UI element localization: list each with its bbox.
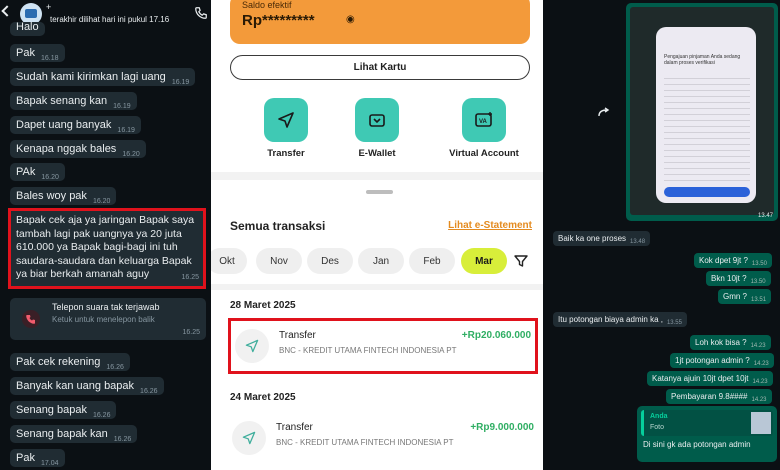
transaction-row[interactable]: Transfer BNC - KREDIT UTAMA FINTECH INDO… <box>228 413 538 469</box>
message-bubble[interactable]: Baik ka one proses 13.48 <box>553 231 651 246</box>
message-bubble[interactable]: Loh kok bisa ? 14.23 <box>690 335 771 350</box>
message-bubble[interactable]: Itu potongan biaya admin ka , 13.55 <box>553 312 687 327</box>
filter-icon[interactable] <box>514 254 528 268</box>
contact-name[interactable]: + <box>46 2 51 12</box>
transfer-icon <box>232 421 266 455</box>
balance-value: Rp********* <box>242 12 315 29</box>
view-card-button[interactable]: Lihat Kartu <box>230 55 530 80</box>
message-bubble[interactable]: Pembayaran 9.8#### 14.23 <box>666 389 772 404</box>
va-icon: VA <box>462 98 506 142</box>
dialog-button <box>664 187 750 197</box>
left-chat-panel: + terakhir dilihat hari ini pukul 17.16 … <box>0 0 211 470</box>
message-bubble[interactable]: Banyak kan uang bapak 16.26 <box>10 377 164 395</box>
svg-text:VA: VA <box>479 119 488 125</box>
balance-label: Saldo efektif <box>242 0 292 10</box>
estatement-link[interactable]: Lihat e-Statement <box>448 220 532 231</box>
back-arrow-icon[interactable] <box>1 5 13 17</box>
month-chip-feb[interactable]: Feb <box>409 248 455 274</box>
last-seen-status: terakhir dilihat hari ini pukul 17.16 <box>50 15 170 24</box>
photo-thumbnail <box>751 412 771 434</box>
quoted-photo[interactable]: Anda Foto <box>641 410 773 436</box>
missed-call-icon <box>22 310 40 328</box>
wallet-icon <box>355 98 399 142</box>
message-bubble[interactable]: Dapet uang banyak 16.19 <box>10 116 141 134</box>
screenshot-collage: + terakhir dilihat hari ini pukul 17.16 … <box>0 0 780 470</box>
transfer-icon <box>235 329 269 363</box>
message-bubble[interactable]: Pak cek rekening 16.26 <box>10 353 130 371</box>
message-bubble[interactable]: Bkn 10jt ? 13.50 <box>706 271 771 286</box>
month-filter: Okt Nov Des Jan Feb Mar <box>211 248 543 274</box>
message-bubble[interactable]: Pak 17.04 <box>10 449 65 467</box>
message-bubble[interactable]: Bales woy pak 16.20 <box>10 187 117 205</box>
message-bubble[interactable]: Senang bapak kan 16.26 <box>10 425 138 443</box>
message-bubble[interactable]: Bapak senang kan 16.19 <box>10 92 137 110</box>
highlighted-message[interactable]: Bapak cek aja ya jaringan Bapak saya tam… <box>8 208 206 289</box>
message-bubble[interactable]: Sudah kami kirimkan lagi uang 16.19 <box>10 68 196 86</box>
list-divider <box>211 284 543 290</box>
image-message[interactable]: Pengajuan pinjaman Anda sedang dalam pro… <box>626 3 778 221</box>
transfer-action[interactable]: Transfer <box>246 98 326 159</box>
reply-message[interactable]: Anda Foto Di sini gk ada potongan admin <box>637 406 777 462</box>
transaction-date: 24 Maret 2025 <box>230 392 296 403</box>
section-divider <box>211 172 543 180</box>
photo-label: Foto <box>650 424 665 431</box>
month-chip-mar[interactable]: Mar <box>461 248 507 274</box>
section-title: Semua transaksi <box>230 219 326 233</box>
message-bubble[interactable]: Kok dpet 9jt ? 13.50 <box>694 253 772 268</box>
month-chip-okt[interactable]: Okt <box>211 248 247 274</box>
drag-handle[interactable] <box>366 190 393 194</box>
message-bubble[interactable]: PAk 16.20 <box>10 163 65 181</box>
message-bubble[interactable]: Katanya ajuin 10jt dpet 10jt 14.23 <box>647 371 773 386</box>
month-chip-des[interactable]: Des <box>307 248 353 274</box>
virtual-account-action[interactable]: VA Virtual Account <box>444 98 524 159</box>
bank-app-panel: Saldo efektif Rp********* ◉ Lihat Kartu … <box>211 0 543 470</box>
message-bubble[interactable]: Senang bapak 16.26 <box>10 401 117 419</box>
dialog-body <box>664 73 750 183</box>
message-bubble[interactable]: 1jt potongan admin ? 14.23 <box>670 353 774 368</box>
eye-icon[interactable]: ◉ <box>346 14 355 25</box>
month-chip-jan[interactable]: Jan <box>358 248 404 274</box>
transaction-row[interactable]: Transfer BNC - KREDIT UTAMA FINTECH INDO… <box>228 318 538 374</box>
balance-card: Saldo efektif Rp********* ◉ <box>230 0 530 44</box>
forward-icon[interactable] <box>598 107 612 117</box>
screenshot-image[interactable]: Pengajuan pinjaman Anda sedang dalam pro… <box>630 7 774 215</box>
message-bubble[interactable]: Gmn ? 13.51 <box>718 289 772 304</box>
send-icon <box>264 98 308 142</box>
phone-call-icon[interactable] <box>194 6 208 20</box>
missed-call-card[interactable]: Telepon suara tak terjawab Ketuk untuk m… <box>10 298 206 340</box>
month-chip-nov[interactable]: Nov <box>256 248 302 274</box>
message-bubble[interactable]: Kenapa nggak bales 16.20 <box>10 140 146 158</box>
message-bubble[interactable]: Halo <box>10 21 45 36</box>
ewallet-action[interactable]: E-Wallet <box>337 98 417 159</box>
verification-dialog: Pengajuan pinjaman Anda sedang dalam pro… <box>656 27 756 203</box>
transaction-date: 28 Maret 2025 <box>230 300 296 311</box>
message-bubble[interactable]: Pak 16.18 <box>10 44 65 62</box>
